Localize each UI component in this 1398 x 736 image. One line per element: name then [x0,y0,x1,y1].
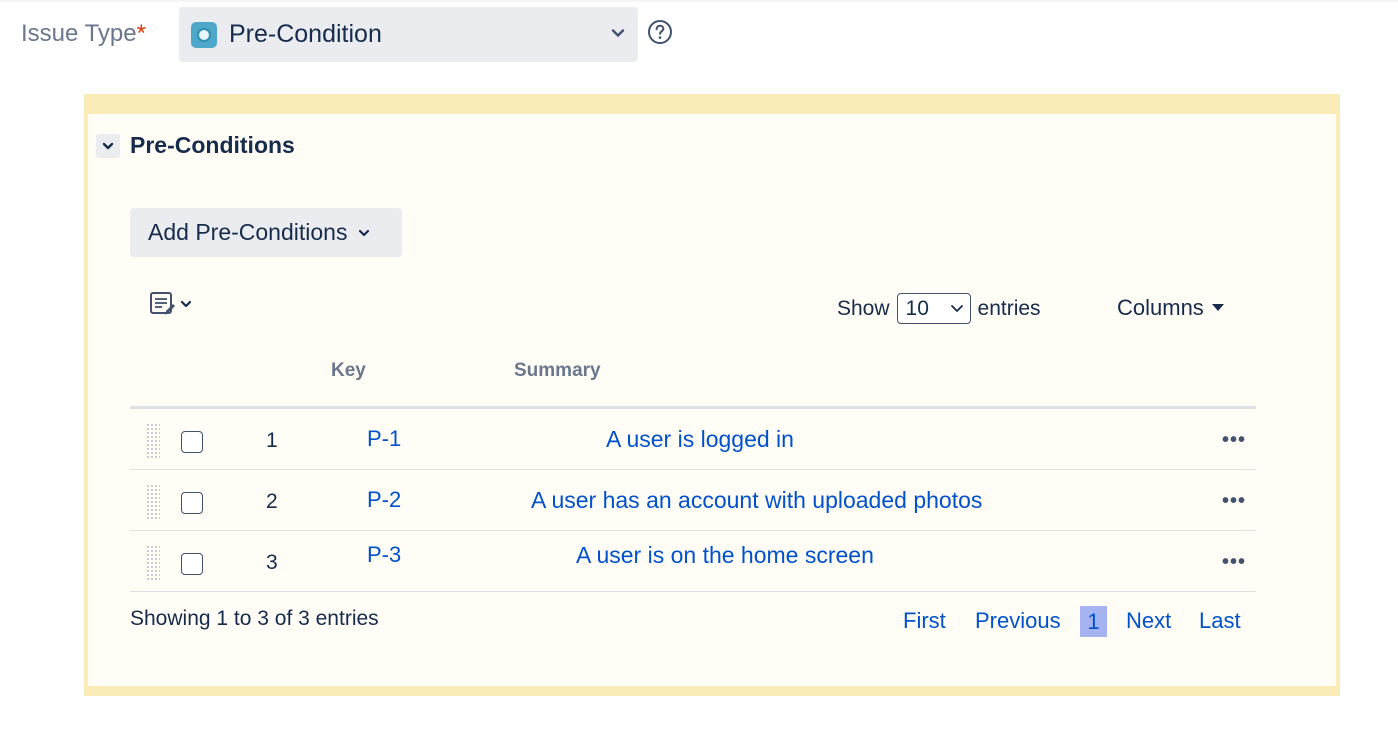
row-number: 2 [266,490,278,513]
show-label: Show [837,296,890,320]
section-header: Pre-Conditions [96,132,295,159]
drag-handle-icon[interactable] [146,545,160,581]
issue-type-value: Pre-Condition [229,20,382,48]
caret-down-icon [1211,304,1224,311]
more-actions-icon[interactable]: ••• [1222,429,1246,452]
pre-conditions-table: 1 P-1 A user is logged in ••• 2 P-2 A us… [130,406,1256,592]
table-row: 3 P-3 A user is on the home screen ••• [130,531,1256,592]
columns-label: Columns [1117,295,1204,320]
chevron-down-icon [611,29,625,37]
pagination-current-page[interactable]: 1 [1080,606,1107,637]
pre-conditions-panel [84,94,1340,696]
columns-button[interactable]: Columns [1117,295,1224,321]
drag-handle-icon[interactable] [146,423,160,459]
help-icon[interactable] [647,19,673,45]
add-pre-conditions-label: Add Pre-Conditions [148,219,348,245]
row-checkbox[interactable] [181,492,203,514]
pre-condition-icon [191,21,217,48]
row-summary-link[interactable]: A user is on the home screen [576,542,874,569]
top-divider [0,0,1398,2]
list-edit-icon [150,292,175,315]
add-pre-conditions-button[interactable]: Add Pre-Conditions [130,208,402,257]
row-number: 1 [266,429,278,452]
pagination-last[interactable]: Last [1199,608,1241,634]
issue-type-label: Issue Type* [21,20,146,48]
entries-label: entries [977,296,1041,320]
more-actions-icon[interactable]: ••• [1222,551,1246,574]
table-row: 1 P-1 A user is logged in ••• [130,409,1256,470]
pagination-next[interactable]: Next [1126,608,1171,634]
collapse-toggle[interactable] [96,133,120,158]
page-size-select[interactable]: 10 [896,293,971,324]
issue-type-label-text: Issue Type [21,20,137,47]
row-key-link[interactable]: P-3 [367,542,401,568]
required-marker: * [136,20,146,47]
drag-handle-icon[interactable] [146,484,160,520]
chevron-down-icon [102,142,114,149]
column-header-summary[interactable]: Summary [514,360,601,382]
chevron-down-icon [180,300,192,308]
table-row: 2 P-2 A user has an account with uploade… [130,470,1256,531]
row-key-link[interactable]: P-1 [367,426,401,452]
row-summary-link[interactable]: A user has an account with uploaded phot… [531,487,982,514]
issue-type-select[interactable]: Pre-Condition [179,7,638,62]
row-summary-link[interactable]: A user is logged in [606,426,794,453]
section-title: Pre-Conditions [130,132,295,158]
row-checkbox[interactable] [181,431,203,453]
column-header-key[interactable]: Key [331,360,366,382]
row-number: 3 [266,551,278,574]
page-size-value: 10 [905,296,929,320]
list-options-button[interactable] [148,290,193,318]
chevron-down-icon [359,229,370,236]
showing-entries-text: Showing 1 to 3 of 3 entries [130,607,379,630]
show-entries-control: Show 10 entries [837,293,1041,324]
chevron-down-icon [950,305,963,312]
row-checkbox[interactable] [181,553,203,575]
pagination-previous[interactable]: Previous [975,608,1061,634]
row-key-link[interactable]: P-2 [367,487,401,513]
more-actions-icon[interactable]: ••• [1222,490,1246,513]
pagination-first[interactable]: First [903,608,946,634]
